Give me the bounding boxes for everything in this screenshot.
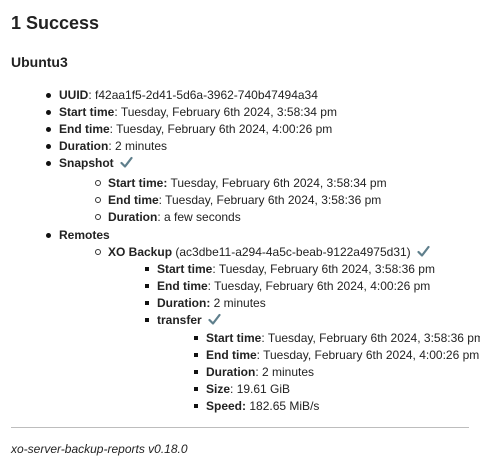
remotes-item: Remotes xyxy=(46,228,110,243)
start-time-item: Start time: Tuesday, February 6th 2024, … xyxy=(46,105,337,119)
start-time-label: Start time xyxy=(59,105,115,119)
transfer-duration-value: 2 minutes xyxy=(262,365,315,379)
snapshot-end-time-label: End time xyxy=(108,193,159,207)
transfer-size-item: Size: 19.61 GiB xyxy=(193,382,291,396)
remote-duration-value: 2 minutes xyxy=(213,296,266,310)
remote-start-time-label: Start time xyxy=(157,262,213,276)
footer-version: xo-server-backup-reports v0.18.0 xyxy=(11,442,188,456)
check-icon xyxy=(208,313,221,325)
snapshot-item: Snapshot xyxy=(45,156,133,171)
transfer-speed-value: 182.65 MiB/s xyxy=(249,399,320,413)
remote-duration-label: Duration: xyxy=(157,296,211,310)
snapshot-start-time-value: Tuesday, February 6th 2024, 3:58:34 pm xyxy=(170,176,387,190)
transfer-start-time-value: Tuesday, February 6th 2024, 3:58:36 pm xyxy=(267,331,480,345)
remote-name: XO Backup xyxy=(108,245,173,259)
transfer-end-time-label: End time xyxy=(206,348,257,362)
snapshot-end-time-item: End time: Tuesday, February 6th 2024, 3:… xyxy=(94,193,382,207)
duration-label: Duration xyxy=(59,139,109,153)
remote-id: (ac3dbe11-a294-4a5c-beab-9122a4975d31) xyxy=(175,245,411,259)
check-icon xyxy=(120,156,133,168)
uuid-value: f42aa1f5-2d41-5d6a-3962-740b47494a34 xyxy=(95,88,318,102)
remote-start-time-item: Start time: Tuesday, February 6th 2024, … xyxy=(145,262,435,276)
report-title: 1 Success xyxy=(11,13,100,33)
remote-end-time-item: End time: Tuesday, February 6th 2024, 4:… xyxy=(144,279,431,293)
snapshot-start-time-label: Start time: xyxy=(108,176,168,190)
remote-duration-item: Duration: 2 minutes xyxy=(145,296,266,311)
duration-value: 2 minutes xyxy=(115,139,168,153)
remote-end-time-value: Tuesday, February 6th 2024, 4:00:26 pm xyxy=(214,279,431,293)
transfer-start-time-item: Start time: Tuesday, February 6th 2024, … xyxy=(194,331,480,346)
transfer-duration-label: Duration xyxy=(206,365,256,379)
duration-item: Duration: 2 minutes xyxy=(45,139,168,153)
snapshot-label: Snapshot xyxy=(59,156,114,170)
start-time-value: Tuesday, February 6th 2024, 3:58:34 pm xyxy=(120,105,337,119)
transfer-end-time-value: Tuesday, February 6th 2024, 4:00:26 pm xyxy=(263,348,480,362)
remote-item: XO Backup (ac3dbe11-a294-4a5c-beab-9122a… xyxy=(94,245,430,260)
snapshot-end-time-value: Tuesday, February 6th 2024, 3:58:36 pm xyxy=(165,193,382,207)
transfer-size-value: 19.61 GiB xyxy=(236,382,291,396)
snapshot-duration-item: Duration: a few seconds xyxy=(95,210,241,224)
remotes-label: Remotes xyxy=(59,228,110,242)
remote-start-time-value: Tuesday, February 6th 2024, 3:58:36 pm xyxy=(218,262,435,276)
remote-end-time-label: End time xyxy=(157,279,208,293)
divider xyxy=(11,427,469,428)
transfer-speed-label: Speed: xyxy=(206,399,247,413)
transfer-start-time-label: Start time xyxy=(206,331,262,345)
uuid-item: UUID: f42aa1f5-2d41-5d6a-3962-740b47494a… xyxy=(46,88,318,102)
end-time-value: Tuesday, February 6th 2024, 4:00:26 pm xyxy=(116,122,333,136)
snapshot-duration-label: Duration xyxy=(108,210,158,224)
transfer-end-time-item: End time: Tuesday, February 6th 2024, 4:… xyxy=(193,348,480,362)
end-time-label: End time xyxy=(59,122,110,136)
snapshot-start-time-item: Start time: Tuesday, February 6th 2024, … xyxy=(95,176,387,191)
uuid-label: UUID xyxy=(59,88,89,102)
transfer-label: transfer xyxy=(157,313,202,327)
end-time-item: End time: Tuesday, February 6th 2024, 4:… xyxy=(45,122,333,136)
transfer-size-label: Size xyxy=(206,382,231,396)
snapshot-duration-value: a few seconds xyxy=(164,210,241,224)
transfer-duration-item: Duration: 2 minutes xyxy=(193,365,315,379)
check-icon xyxy=(417,245,430,257)
vm-name: Ubuntu3 xyxy=(11,54,68,70)
transfer-item: transfer xyxy=(144,313,221,328)
transfer-speed-item: Speed: 182.65 MiB/s xyxy=(193,399,320,414)
